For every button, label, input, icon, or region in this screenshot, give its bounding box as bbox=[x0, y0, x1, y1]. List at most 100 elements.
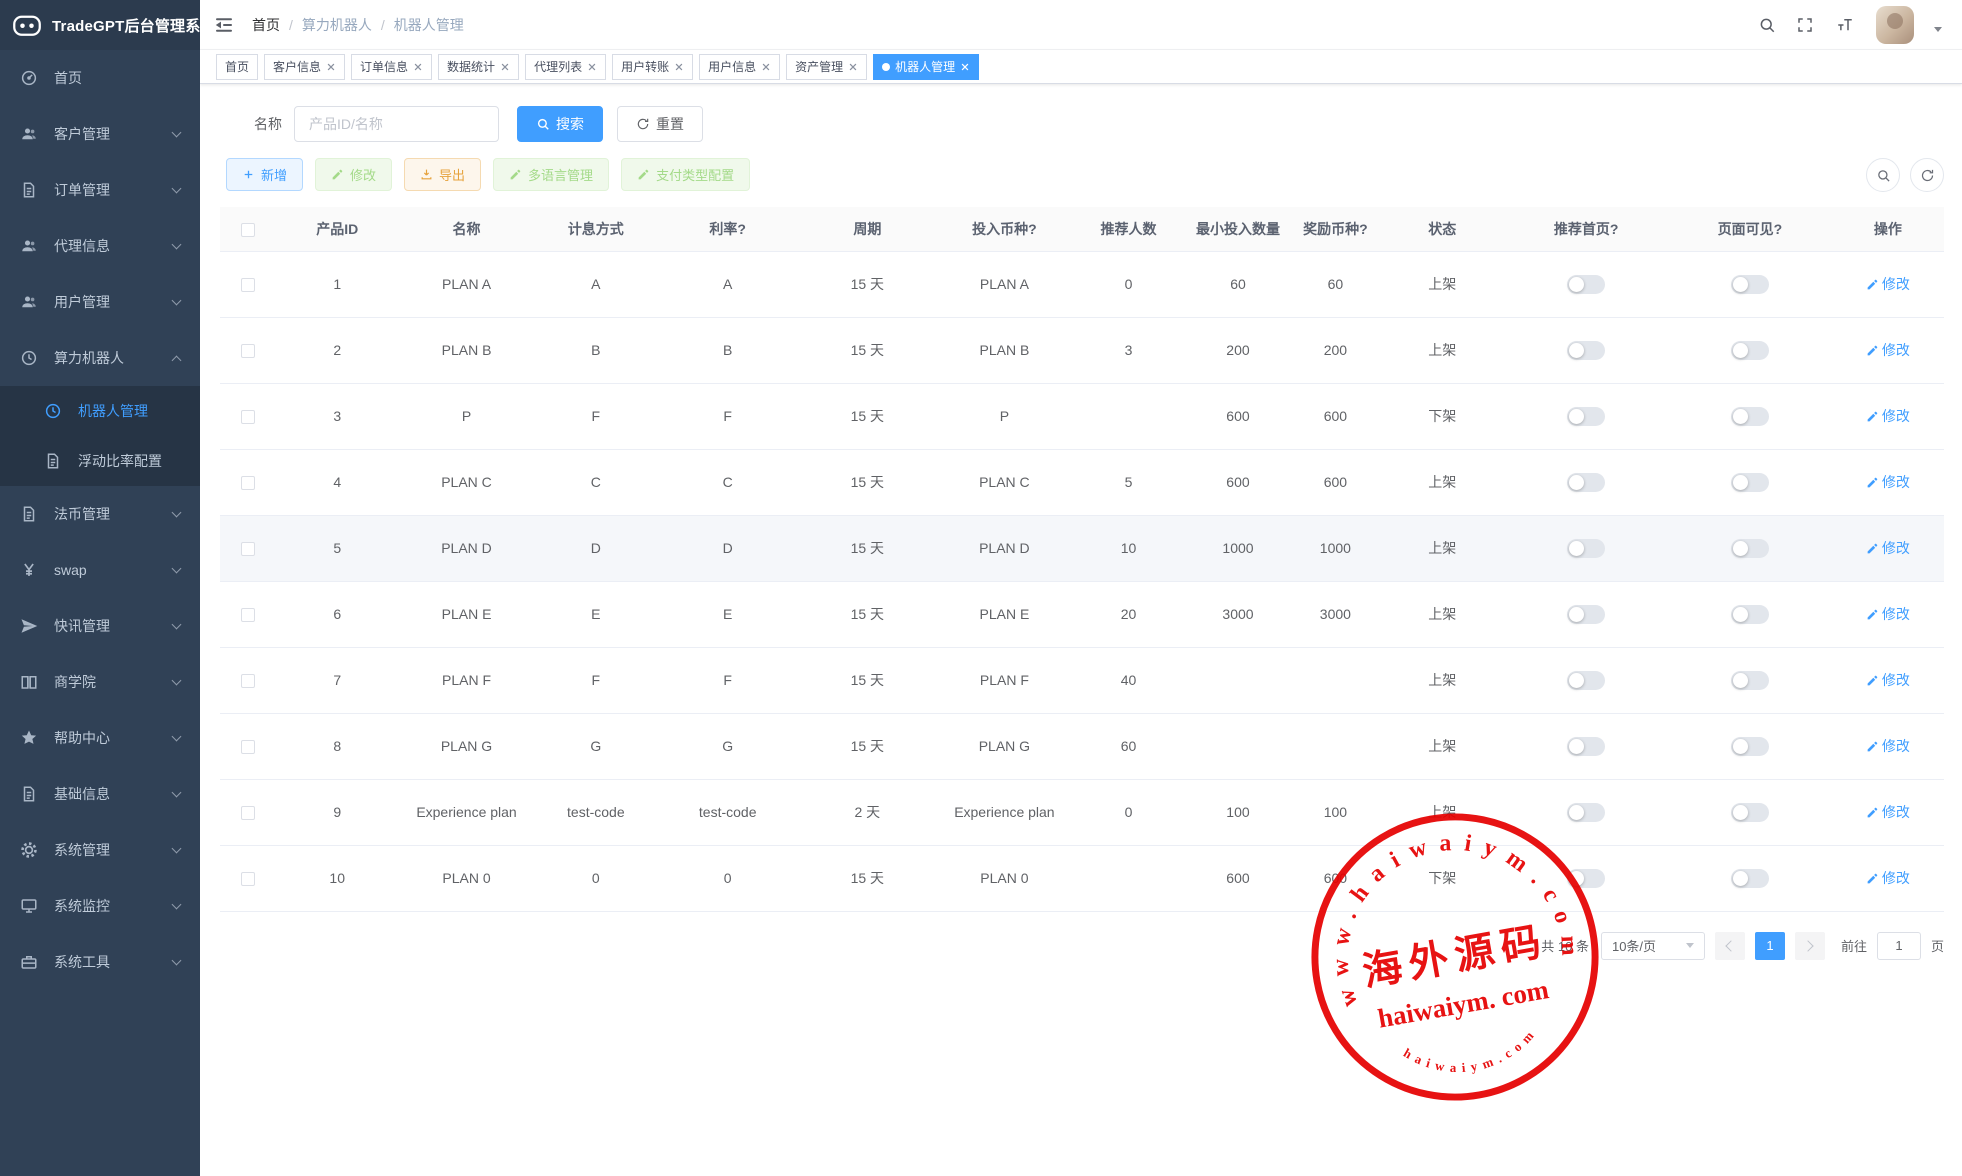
page-visible-toggle[interactable] bbox=[1731, 803, 1769, 822]
cell-status: 上架 bbox=[1380, 647, 1504, 713]
edit-row-button[interactable]: 修改 bbox=[1866, 274, 1910, 294]
page-visible-toggle[interactable] bbox=[1731, 341, 1769, 360]
search-icon[interactable] bbox=[1758, 16, 1776, 34]
page-visible-toggle[interactable] bbox=[1731, 473, 1769, 492]
row-checkbox[interactable] bbox=[241, 410, 255, 424]
row-checkbox[interactable] bbox=[241, 806, 255, 820]
recommend-home-toggle[interactable] bbox=[1567, 605, 1605, 624]
sidebar-item-用户管理[interactable]: 用户管理 bbox=[0, 274, 200, 330]
recommend-home-toggle[interactable] bbox=[1567, 869, 1605, 888]
edit-row-button[interactable]: 修改 bbox=[1866, 604, 1910, 624]
sidebar-item-机器人管理[interactable]: 机器人管理 bbox=[0, 386, 200, 436]
row-checkbox[interactable] bbox=[241, 344, 255, 358]
hamburger-icon[interactable] bbox=[214, 15, 234, 35]
sidebar-item-swap[interactable]: swap bbox=[0, 542, 200, 598]
search-input[interactable] bbox=[294, 106, 499, 142]
recommend-home-toggle[interactable] bbox=[1567, 275, 1605, 294]
prev-page-button[interactable] bbox=[1715, 932, 1745, 960]
recommend-home-toggle[interactable] bbox=[1567, 803, 1605, 822]
tab-机器人管理[interactable]: 机器人管理 bbox=[873, 54, 979, 80]
sidebar-item-浮动比率配置[interactable]: 浮动比率配置 bbox=[0, 436, 200, 486]
tab-label: 订单信息 bbox=[360, 58, 408, 75]
tab-代理列表[interactable]: 代理列表 bbox=[525, 54, 606, 80]
tab-资产管理[interactable]: 资产管理 bbox=[786, 54, 867, 80]
row-checkbox[interactable] bbox=[241, 476, 255, 490]
edit-row-button[interactable]: 修改 bbox=[1866, 538, 1910, 558]
sidebar-item-系统管理[interactable]: 系统管理 bbox=[0, 822, 200, 878]
close-icon[interactable] bbox=[587, 62, 597, 72]
sidebar-item-代理信息[interactable]: 代理信息 bbox=[0, 218, 200, 274]
tab-用户转账[interactable]: 用户转账 bbox=[612, 54, 693, 80]
sidebar-item-商学院[interactable]: 商学院 bbox=[0, 654, 200, 710]
tab-首页[interactable]: 首页 bbox=[216, 54, 258, 80]
page-visible-toggle[interactable] bbox=[1731, 275, 1769, 294]
page-visible-toggle[interactable] bbox=[1731, 605, 1769, 624]
show-search-button[interactable] bbox=[1866, 158, 1900, 192]
goto-page-input[interactable] bbox=[1877, 932, 1921, 960]
tab-客户信息[interactable]: 客户信息 bbox=[264, 54, 345, 80]
recommend-home-toggle[interactable] bbox=[1567, 473, 1605, 492]
sidebar-item-帮助中心[interactable]: 帮助中心 bbox=[0, 710, 200, 766]
row-checkbox[interactable] bbox=[241, 872, 255, 886]
edit-row-button[interactable]: 修改 bbox=[1866, 736, 1910, 756]
select-all-checkbox[interactable] bbox=[241, 223, 255, 237]
page-visible-toggle[interactable] bbox=[1731, 539, 1769, 558]
fullscreen-icon[interactable] bbox=[1796, 16, 1814, 34]
row-checkbox[interactable] bbox=[241, 740, 255, 754]
search-button[interactable]: 搜索 bbox=[517, 106, 603, 142]
next-page-button[interactable] bbox=[1795, 932, 1825, 960]
sidebar-item-label: 商学院 bbox=[54, 672, 96, 692]
reset-button[interactable]: 重置 bbox=[617, 106, 703, 142]
tab-订单信息[interactable]: 订单信息 bbox=[351, 54, 432, 80]
tab-数据统计[interactable]: 数据统计 bbox=[438, 54, 519, 80]
edit-row-button[interactable]: 修改 bbox=[1866, 340, 1910, 360]
sidebar-item-系统监控[interactable]: 系统监控 bbox=[0, 878, 200, 934]
recommend-home-toggle[interactable] bbox=[1567, 539, 1605, 558]
recommend-home-toggle[interactable] bbox=[1567, 407, 1605, 426]
paytype-button[interactable]: 支付类型配置 bbox=[621, 158, 750, 191]
row-checkbox[interactable] bbox=[241, 674, 255, 688]
edit-row-button[interactable]: 修改 bbox=[1866, 802, 1910, 822]
tab-用户信息[interactable]: 用户信息 bbox=[699, 54, 780, 80]
close-icon[interactable] bbox=[960, 62, 970, 72]
edit-row-button[interactable]: 修改 bbox=[1866, 670, 1910, 690]
row-checkbox[interactable] bbox=[241, 608, 255, 622]
page-size-select[interactable]: 10条/页 bbox=[1601, 932, 1705, 960]
sidebar-item-首页[interactable]: 首页 bbox=[0, 50, 200, 106]
recommend-home-toggle[interactable] bbox=[1567, 737, 1605, 756]
add-button[interactable]: 新增 bbox=[226, 158, 303, 191]
recommend-home-toggle[interactable] bbox=[1567, 671, 1605, 690]
page-visible-toggle[interactable] bbox=[1731, 407, 1769, 426]
caret-down-icon[interactable] bbox=[1934, 27, 1942, 32]
edit-row-button[interactable]: 修改 bbox=[1866, 472, 1910, 492]
page-visible-toggle[interactable] bbox=[1731, 671, 1769, 690]
export-button[interactable]: 导出 bbox=[404, 158, 481, 191]
row-checkbox[interactable] bbox=[241, 542, 255, 556]
edit-row-button[interactable]: 修改 bbox=[1866, 868, 1910, 888]
close-icon[interactable] bbox=[848, 62, 858, 72]
multilang-button[interactable]: 多语言管理 bbox=[493, 158, 609, 191]
sidebar-item-法币管理[interactable]: 法币管理 bbox=[0, 486, 200, 542]
sidebar-item-系统工具[interactable]: 系统工具 bbox=[0, 934, 200, 990]
sidebar-item-订单管理[interactable]: 订单管理 bbox=[0, 162, 200, 218]
close-icon[interactable] bbox=[413, 62, 423, 72]
sidebar-item-算力机器人[interactable]: 算力机器人 bbox=[0, 330, 200, 386]
edit-row-button[interactable]: 修改 bbox=[1866, 406, 1910, 426]
refresh-button[interactable] bbox=[1910, 158, 1944, 192]
breadcrumb-item[interactable]: 首页 bbox=[252, 15, 280, 35]
close-icon[interactable] bbox=[326, 62, 336, 72]
row-checkbox[interactable] bbox=[241, 278, 255, 292]
page-visible-toggle[interactable] bbox=[1731, 737, 1769, 756]
recommend-home-toggle[interactable] bbox=[1567, 341, 1605, 360]
page-number-button[interactable]: 1 bbox=[1755, 932, 1785, 960]
sidebar-item-快讯管理[interactable]: 快讯管理 bbox=[0, 598, 200, 654]
close-icon[interactable] bbox=[761, 62, 771, 72]
edit-button[interactable]: 修改 bbox=[315, 158, 392, 191]
page-visible-toggle[interactable] bbox=[1731, 869, 1769, 888]
sidebar-item-基础信息[interactable]: 基础信息 bbox=[0, 766, 200, 822]
user-avatar[interactable] bbox=[1876, 6, 1914, 44]
close-icon[interactable] bbox=[500, 62, 510, 72]
close-icon[interactable] bbox=[674, 62, 684, 72]
sidebar-item-客户管理[interactable]: 客户管理 bbox=[0, 106, 200, 162]
font-size-icon[interactable] bbox=[1834, 16, 1856, 34]
